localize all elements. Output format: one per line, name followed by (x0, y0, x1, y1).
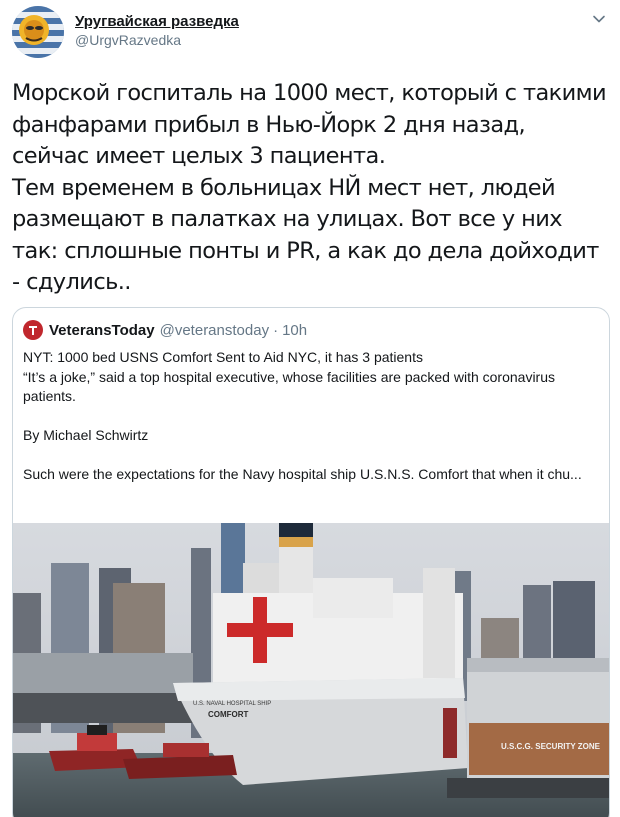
avatar-flag-icon (12, 6, 64, 58)
hull-text-1: U.S. NAVAL HOSPITAL SHIP (193, 701, 271, 707)
tweet-text: Морской госпиталь на 1000 мест, который … (12, 80, 607, 295)
quoted-tweet[interactable]: VeteransToday @veteranstoday · 10h NYT: … (12, 307, 610, 817)
quoted-headline: NYT: 1000 bed USNS Comfort Sent to Aid N… (23, 349, 423, 365)
tweet: Уругвайская разведка @UrgvRazvedka Морск… (0, 0, 620, 817)
security-zone-sign: U.S.C.G. SECURITY ZONE (501, 742, 601, 751)
chevron-down-icon[interactable] (592, 12, 606, 26)
quoted-timestamp[interactable]: 10h (282, 322, 307, 339)
quoted-byline: By Michael Schwirtz (23, 427, 149, 443)
quoted-lead: “It’s a joke,” said a top hospital execu… (23, 368, 556, 405)
hull-text-2: COMFORT (208, 710, 249, 719)
quoted-excerpt: Such were the expectations for the Navy … (23, 466, 582, 482)
quoted-tweet-header: VeteransToday @veteranstoday · 10h (23, 320, 307, 340)
author-handle[interactable]: @UrgvRazvedka (75, 32, 239, 48)
quoted-display-name: VeteransToday (49, 321, 155, 339)
hospital-ship-photo: U.S. NAVAL HOSPITAL SHIP COMFORT U.S.C.G… (13, 523, 609, 817)
avatar[interactable] (12, 6, 64, 58)
quoted-handle: @veteranstoday (159, 321, 270, 339)
quoted-separator: · (273, 321, 279, 339)
quoted-media-image[interactable]: U.S. NAVAL HOSPITAL SHIP COMFORT U.S.C.G… (13, 523, 609, 817)
author-display-name[interactable]: Уругвайская разведка (75, 13, 239, 30)
veterans-today-logo-icon (23, 320, 43, 340)
quoted-text: NYT: 1000 bed USNS Comfort Sent to Aid N… (23, 348, 598, 485)
tweet-author: Уругвайская разведка @UrgvRazvedka (75, 13, 239, 48)
